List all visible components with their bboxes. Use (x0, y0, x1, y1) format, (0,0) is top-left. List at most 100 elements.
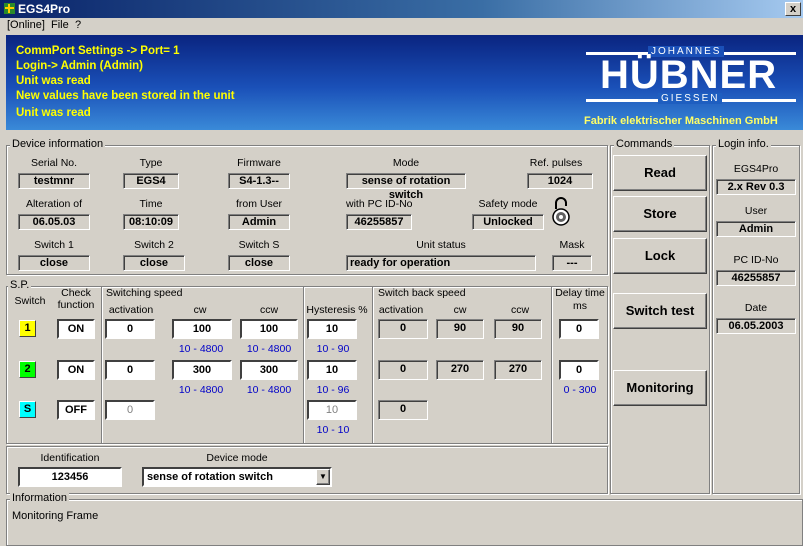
back-activation-2: 0 (378, 360, 428, 380)
identification-input[interactable]: 123456 (18, 467, 122, 487)
pcid-label: with PC ID-No (346, 198, 413, 210)
status-line: Unit was read (16, 107, 91, 119)
status-line: New values have been stored in the unit (16, 90, 235, 102)
monitoring-button[interactable]: Monitoring (613, 370, 707, 406)
speed-group-label: Switching speed (106, 287, 183, 299)
divider (101, 287, 102, 443)
mask-label: Mask (559, 239, 585, 251)
fromuser-value: Admin (228, 214, 290, 230)
cw-col-label: cw (193, 304, 207, 316)
menu-file[interactable]: File (48, 19, 72, 31)
hysteresis-input-1[interactable]: 10 (307, 319, 357, 339)
time-label: Time (139, 198, 163, 210)
delay-col-label: Delay time (555, 287, 605, 299)
switch-test-button[interactable]: Switch test (613, 293, 707, 329)
refpulses-label: Ref. pulses (529, 157, 583, 169)
pc-id-label: PC ID-No (733, 254, 779, 266)
commands-title: Commands (614, 138, 675, 150)
padlock-icon[interactable] (550, 196, 572, 228)
sp-title: S.P. (8, 279, 32, 291)
app-icon (4, 3, 15, 14)
back-cw-1: 90 (436, 319, 484, 339)
check-function-1[interactable]: ON (57, 319, 95, 339)
menu-help[interactable]: ? (72, 19, 84, 31)
back-activation-s: 0 (378, 400, 428, 420)
user-label: User (744, 205, 768, 217)
login-info-title: Login info. (716, 138, 771, 150)
back-ccw-col-label: ccw (510, 304, 530, 316)
divider (303, 287, 304, 443)
menu-online[interactable]: [Online] (4, 19, 48, 31)
delay-input-1[interactable]: 0 (559, 319, 599, 339)
lock-button[interactable]: Lock (613, 238, 707, 274)
hysteresis-input-2[interactable]: 10 (307, 360, 357, 380)
ccw-input-1[interactable]: 100 (240, 319, 298, 339)
back-ccw-2: 270 (494, 360, 542, 380)
activation-input-2[interactable]: 0 (105, 360, 155, 380)
status-line: Login-> Admin (Admin) (16, 60, 144, 72)
delay-col-label: ms (573, 300, 587, 312)
information-text: Monitoring Frame (12, 510, 99, 522)
unitstatus-label: Unit status (416, 239, 466, 251)
menu-bar: [Online] File ? (0, 18, 803, 34)
device-info-title: Device information (10, 138, 106, 150)
fromuser-label: from User (235, 198, 283, 210)
cw-input-2[interactable]: 300 (172, 360, 232, 380)
device-mode-select[interactable]: sense of rotation switch (142, 467, 332, 487)
read-button[interactable]: Read (613, 155, 707, 191)
time-value: 08:10:09 (123, 214, 179, 230)
sp-indicator-2: 2 (19, 361, 36, 378)
cw-range-1: 10 - 4800 (178, 343, 224, 355)
logo-bottom-text: GIESSEN (658, 93, 723, 104)
check-function-2[interactable]: ON (57, 360, 95, 380)
switchS-label: Switch S (238, 239, 280, 251)
status-line: CommPort Settings -> Port= 1 (16, 45, 180, 57)
back-cw-2: 270 (436, 360, 484, 380)
store-button[interactable]: Store (613, 196, 707, 232)
switch1-value: close (18, 255, 90, 271)
switchS-value: close (228, 255, 290, 271)
divider (372, 287, 373, 443)
check-col-label: function (57, 299, 95, 311)
hysteresis-input-s: 10 (307, 400, 357, 420)
ccw-range-2: 10 - 4800 (246, 384, 292, 396)
ccw-col-label: ccw (259, 304, 279, 316)
activation-input-s: 0 (105, 400, 155, 420)
cw-input-1[interactable]: 100 (172, 319, 232, 339)
app-name-label: EGS4Pro (733, 163, 779, 175)
check-col-label: Check (61, 287, 91, 299)
divider (551, 287, 552, 443)
title-bar[interactable]: EGS4Pro x (0, 0, 803, 18)
alteration-label: Alteration of (25, 198, 83, 210)
pc-id-value: 46255857 (716, 270, 796, 286)
huebner-logo: JOHANNES HÜBNER GIESSEN (586, 41, 798, 123)
delay-input-2[interactable]: 0 (559, 360, 599, 380)
status-line: Unit was read (16, 75, 91, 87)
firmware-label: Firmware (237, 157, 281, 169)
ccw-range-1: 10 - 4800 (246, 343, 292, 355)
refpulses-value: 1024 (527, 173, 593, 189)
firmware-value: S4-1.3-- (228, 173, 290, 189)
delay-range-2: 0 - 300 (563, 384, 597, 396)
type-value: EGS4 (123, 173, 179, 189)
version-value: 2.x Rev 0.3 (716, 179, 796, 195)
activation-col-label: activation (108, 304, 154, 316)
safety-label: Safety mode (478, 198, 538, 210)
mode-value: sense of rotation switch (346, 173, 466, 201)
back-activation-col-label: activation (378, 304, 424, 316)
check-function-s[interactable]: OFF (57, 400, 95, 420)
activation-input-1[interactable]: 0 (105, 319, 155, 339)
sp-indicator-1: 1 (19, 320, 36, 337)
close-button[interactable]: x (785, 2, 801, 16)
hysteresis-col-label: Hysteresis % (306, 304, 368, 316)
switch2-value: close (123, 255, 185, 271)
hysteresis-range-2: 10 - 96 (316, 384, 350, 396)
chevron-down-icon[interactable]: ▼ (316, 469, 330, 485)
switch1-label: Switch 1 (34, 239, 74, 251)
ccw-input-2[interactable]: 300 (240, 360, 298, 380)
date-label: Date (744, 302, 768, 314)
hysteresis-range-s: 10 - 10 (316, 424, 350, 436)
serial-value: testmnr (18, 173, 90, 189)
information-title: Information (10, 492, 70, 504)
pcid-value: 46255857 (346, 214, 412, 230)
